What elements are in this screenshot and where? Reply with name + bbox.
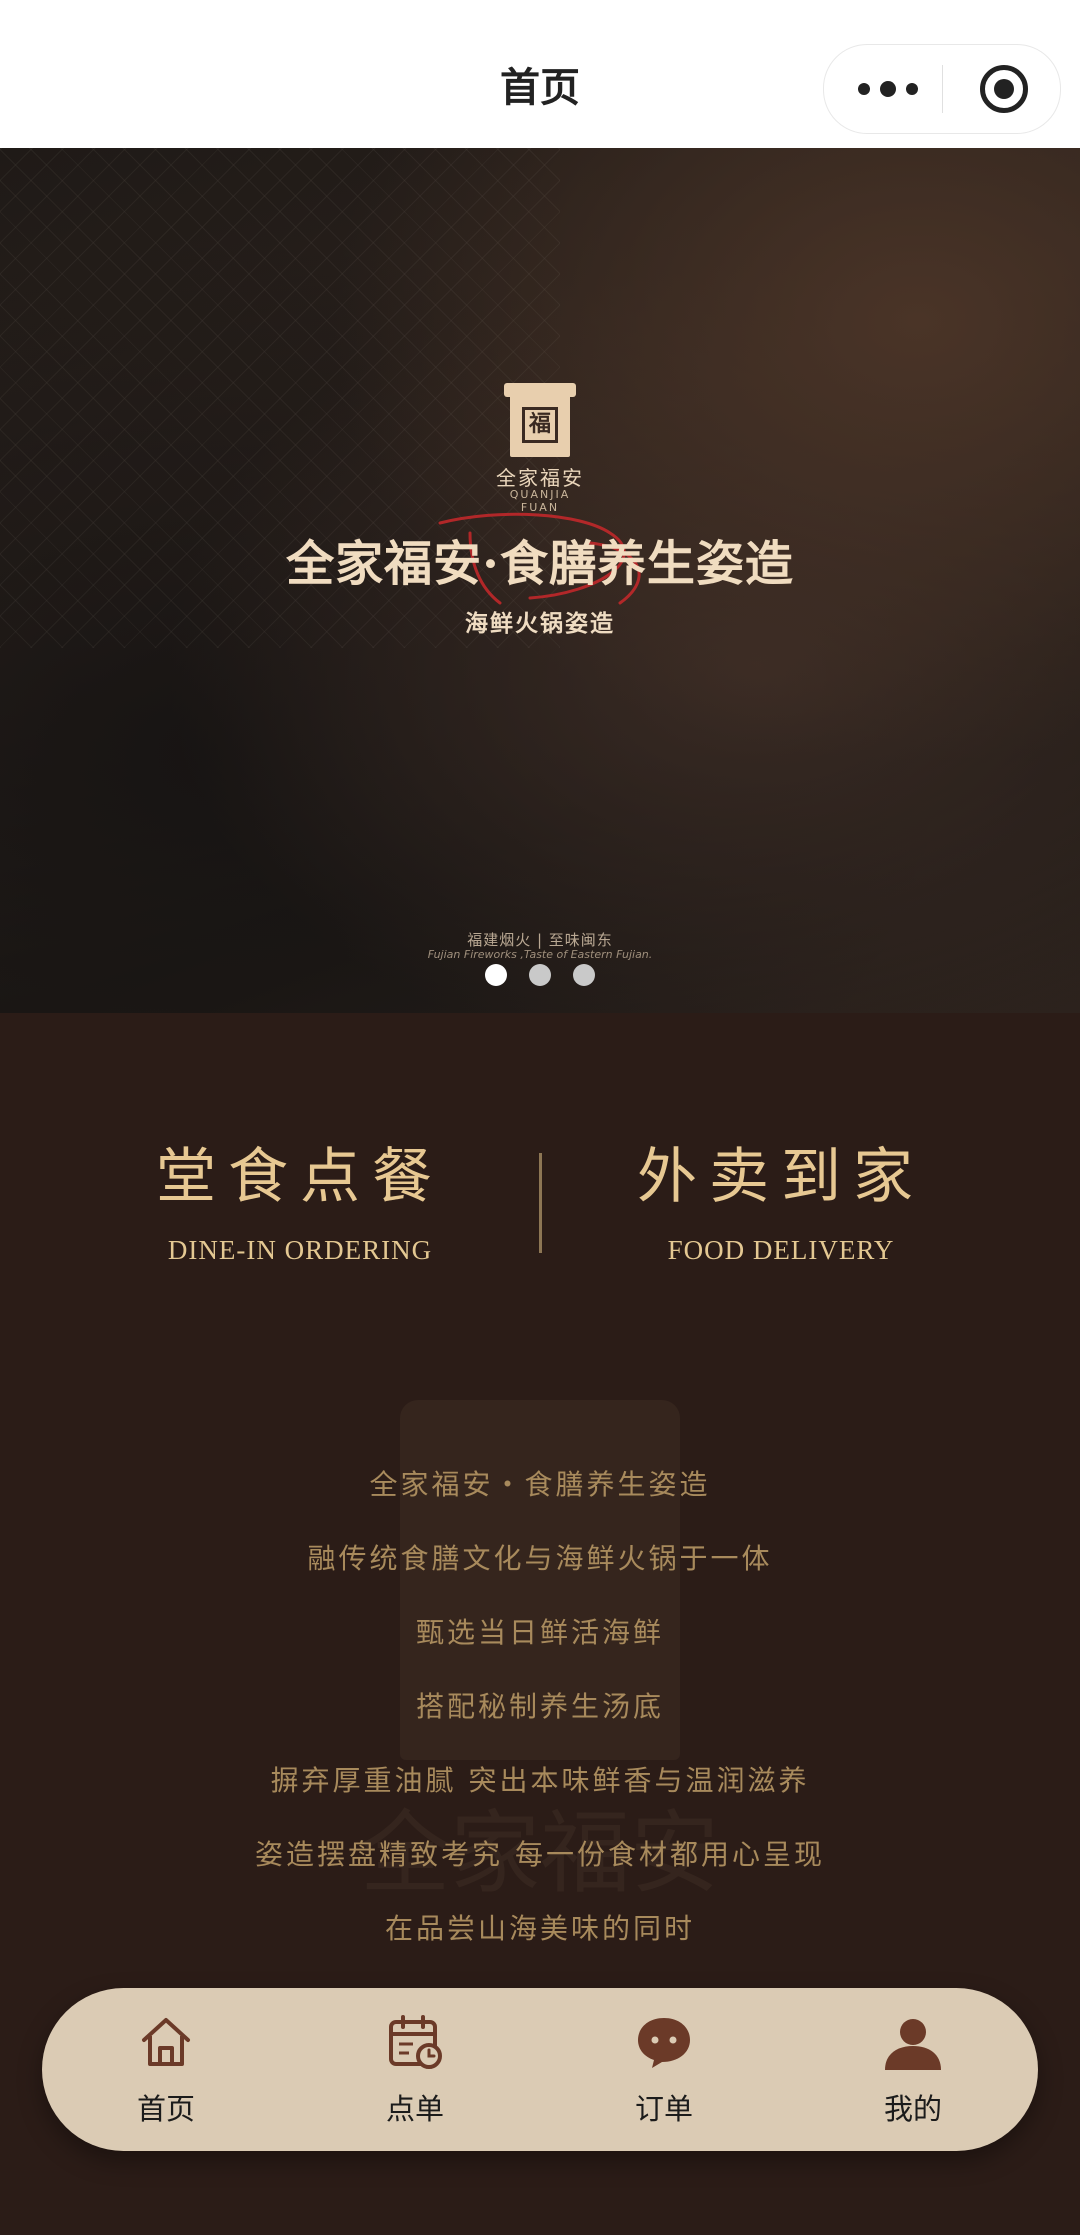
intro-line: 甄选当日鲜活海鲜	[415, 1616, 664, 1649]
intro-line: 在品尝山海美味的同时	[384, 1912, 695, 1945]
intro-line: 全家福安・食膳养生姿造	[369, 1468, 711, 1501]
brand-introduction: 全家福安・食膳养生姿造 融传统食膳文化与海鲜火锅于一体 甄选当日鲜活海鲜 搭配秘…	[0, 1448, 1080, 1966]
fu-character-mark: 福	[522, 407, 558, 443]
banner-footer-cn: 福建烟火 | 至味闽东	[467, 931, 613, 949]
logo-name-en: QUANJIA FUAN	[509, 488, 571, 514]
intro-line: 融传统食膳文化与海鲜火锅于一体	[307, 1542, 773, 1575]
tab-profile[interactable]: 我的	[823, 1988, 1003, 2151]
home-icon	[142, 2018, 190, 2066]
dine-in-ordering-button[interactable]: 堂食点餐 DINE-IN ORDERING	[100, 1135, 500, 1266]
tab-order-menu-label: 点单	[385, 2092, 444, 2126]
carousel-indicator	[0, 964, 1080, 988]
tab-profile-label: 我的	[883, 2092, 942, 2126]
intro-line: 姿造摆盘精致考究 每一份食材都用心呈现	[255, 1838, 825, 1871]
tab-orders-label: 订单	[634, 2092, 693, 2126]
more-icon[interactable]	[858, 67, 918, 111]
tab-orders[interactable]: 订单	[574, 1988, 754, 2151]
banner-carousel[interactable]: 福 全家福安 QUANJIA FUAN 全家福安·食膳养生姿造 海鲜火锅姿造 福…	[0, 148, 1080, 1013]
intro-line: 搭配秘制养生汤底	[415, 1690, 664, 1723]
carousel-dot-3[interactable]	[573, 964, 595, 986]
bottom-tab-bar: 首页 点单 订单 我的	[42, 1988, 1038, 2151]
carousel-dot-1[interactable]	[485, 964, 507, 986]
delivery-subtitle: FOOD DELIVERY	[667, 1235, 895, 1265]
chat-bubble-icon	[638, 2018, 690, 2068]
banner-subheadline: 海鲜火锅姿造	[465, 610, 615, 637]
user-icon	[885, 2019, 941, 2070]
delivery-title: 外卖到家	[637, 1142, 925, 1212]
banner-footer-en: Fujian Fireworks ,Taste of Eastern Fujia…	[427, 948, 653, 961]
entry-divider	[539, 1153, 542, 1253]
tab-home-label: 首页	[136, 2092, 195, 2126]
food-delivery-button[interactable]: 外卖到家 FOOD DELIVERY	[581, 1135, 981, 1266]
banner-headline: 全家福安·食膳养生姿造	[286, 536, 794, 592]
navigation-bar: 首页	[0, 0, 1080, 148]
brand-logo-icon: 福	[504, 383, 576, 457]
tab-home[interactable]: 首页	[76, 1988, 256, 2151]
intro-line: 摒弃厚重油腻 突出本味鲜香与温润滋养	[270, 1764, 810, 1797]
carousel-dot-2[interactable]	[529, 964, 551, 986]
calendar-clock-icon	[389, 2015, 442, 2069]
capsule-divider	[942, 65, 943, 113]
logo-name-cn: 全家福安	[496, 466, 584, 490]
dine-in-title: 堂食点餐	[156, 1142, 444, 1212]
target-icon[interactable]	[980, 65, 1028, 113]
mini-program-capsule	[823, 44, 1061, 134]
dine-in-subtitle: DINE-IN ORDERING	[167, 1235, 433, 1265]
tab-order-menu[interactable]: 点单	[325, 1988, 505, 2151]
